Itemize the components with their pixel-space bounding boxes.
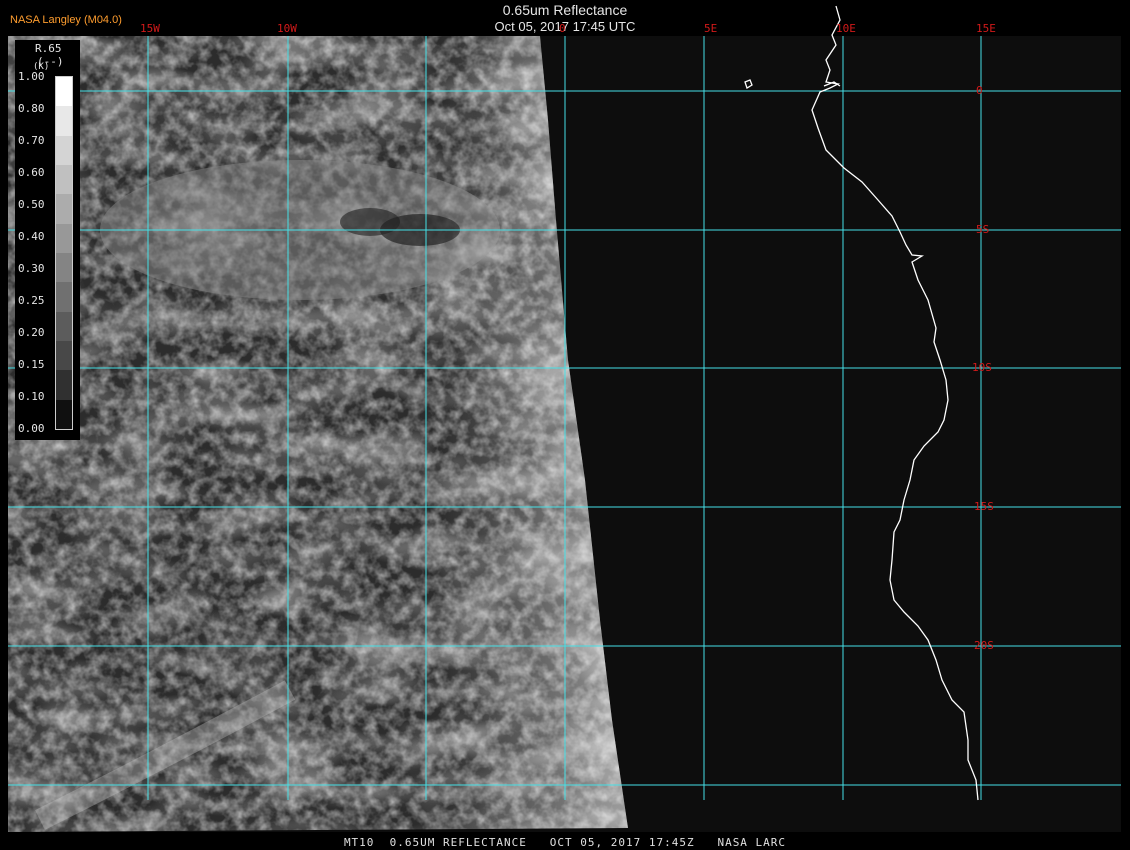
cloud-imagery xyxy=(8,36,628,832)
lat-label-15s: 15S xyxy=(974,500,994,513)
colorbar-tick-label: 0.20 xyxy=(18,326,45,339)
lon-label-5e: 5E xyxy=(704,22,718,35)
colorbar-tick-label: 0.50 xyxy=(18,198,45,211)
footer-caption: MT10 0.65UM REFLECTANCE OCT 05, 2017 17:… xyxy=(343,836,787,849)
lat-label-20s: 20S xyxy=(974,639,994,652)
colorbar-tick-label: 0.00 xyxy=(18,422,45,435)
lat-label-10s: 10S xyxy=(972,361,992,374)
colorbar-tick-label: 0.15 xyxy=(18,358,45,371)
lat-label-5s: 5S xyxy=(976,223,990,236)
lon-label-10w: 10W xyxy=(277,22,297,35)
lat-label-0: 0 xyxy=(976,84,983,97)
lon-label-10e: 10E xyxy=(836,22,856,35)
colorbar-tick-label: 0.10 xyxy=(18,390,45,403)
lon-label-15e: 15E xyxy=(976,22,996,35)
colorbar-tick-label: 1.00 xyxy=(18,70,45,83)
colorbar-frame xyxy=(55,76,73,430)
image-title: 0.65um Reflectance xyxy=(502,2,628,18)
colorbar-tick-label: 0.60 xyxy=(18,166,45,179)
colorbar-tick-label: 0.25 xyxy=(18,294,45,307)
colorbar-tick-label: 0.80 xyxy=(18,102,45,115)
colorbar-legend: R.65 (--) (K) 1.00 0.80 0.70 0.60 0.50 0.40 0.… xyxy=(15,40,80,440)
colorbar-title: R.65 xyxy=(35,42,62,55)
colorbar-tick-label: 0.70 xyxy=(18,134,45,147)
lon-label-15w: 15W xyxy=(140,22,160,35)
satellite-map xyxy=(8,5,1121,832)
colorbar-tick-label: 0.30 xyxy=(18,262,45,275)
lon-label-0: 0 xyxy=(559,22,566,35)
colorbar-tick-label: 0.40 xyxy=(18,230,45,243)
